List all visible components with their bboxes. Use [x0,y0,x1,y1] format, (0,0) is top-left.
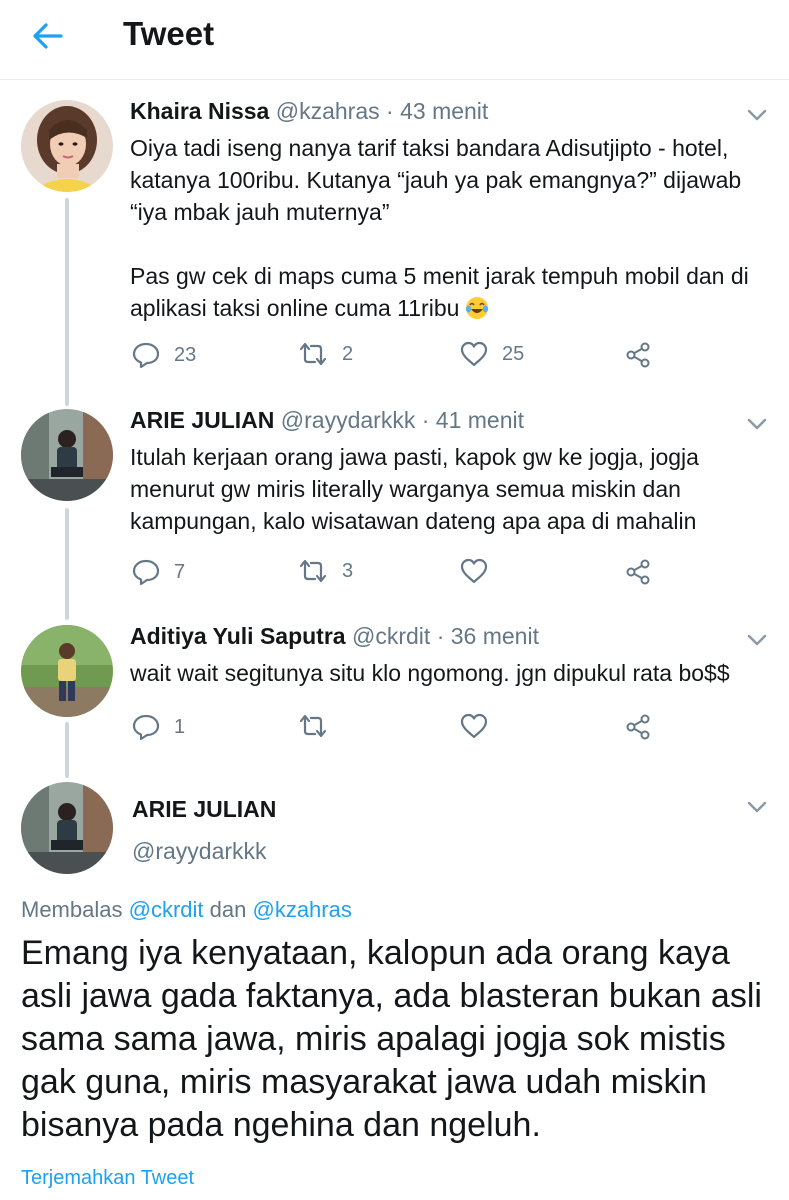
mention-link[interactable]: @kzahras [252,897,351,922]
tweet-actions: 23 2 25 [132,341,662,371]
reply-button[interactable]: 23 [132,341,196,369]
tweet-paragraph-text: Pas gw cek di maps cuma 5 menit jarak te… [130,263,749,321]
share-icon [626,342,650,368]
author-handle[interactable]: @rayydarkkk [281,407,416,433]
avatar[interactable] [21,100,113,192]
replying-to: Membalas @ckrdit dan @kzahras [21,897,352,923]
tweet-actions: 1 [132,713,662,743]
retweet-icon [299,559,327,583]
reply-count: 7 [174,560,186,583]
speech-bubble-icon [132,714,160,741]
retweet-count: 3 [342,559,354,582]
top-bar: Tweet [0,0,789,80]
tweet-paragraph: Pas gw cek di maps cuma 5 menit jarak te… [130,260,760,324]
tweet-actions: 7 3 [132,558,662,588]
tweet-meta: ARIE JULIAN @rayydarkkk · 41 menit [130,407,524,434]
retweet-icon [299,342,327,366]
tears-of-joy-emoji [466,297,489,319]
tweet-text: Itulah kerjaan orang jawa pasti, kapok g… [130,441,760,537]
arrow-left-icon [33,23,63,49]
replying-to-joiner: dan [209,897,247,922]
share-button[interactable] [624,558,652,586]
author-handle[interactable]: @ckrdit [352,623,430,649]
retweet-button[interactable]: 2 [298,341,353,367]
heart-icon [460,713,488,739]
author-handle[interactable]: @rayydarkkk [132,838,267,865]
speech-bubble-icon [132,559,160,586]
speech-bubble-icon [132,342,160,369]
retweet-button[interactable]: 3 [298,558,353,584]
avatar[interactable] [21,409,113,501]
heart-icon [460,341,488,367]
separator: · [386,98,394,124]
avatar[interactable] [21,625,113,717]
mention-link[interactable]: @ckrdit [129,897,204,922]
page-title: Tweet [123,15,215,52]
tweet-meta: Khaira Nissa @kzahras · 43 menit [130,98,488,125]
chevron-down-icon[interactable] [747,800,767,814]
chevron-down-icon[interactable] [747,108,767,122]
like-button[interactable]: 25 [460,341,524,367]
tweet-paragraph: Itulah kerjaan orang jawa pasti, kapok g… [130,444,699,534]
reply-count: 1 [174,715,186,738]
timestamp[interactable]: 36 menit [451,623,539,649]
like-button[interactable] [460,558,502,584]
author-name[interactable]: ARIE JULIAN [130,407,274,433]
retweet-count: 2 [342,342,354,365]
reply-count: 23 [174,343,197,366]
author-name[interactable]: Khaira Nissa [130,98,269,124]
tweet-paragraph: wait wait segitunya situ klo ngomong. jg… [130,660,730,686]
reply-button[interactable]: 1 [132,713,185,741]
share-icon [626,714,650,740]
tweet-meta: Aditiya Yuli Saputra @ckrdit · 36 menit [130,623,539,650]
heart-icon [460,558,488,584]
timestamp[interactable]: 43 menit [400,98,488,124]
back-button[interactable] [28,16,68,56]
separator: · [421,407,430,433]
retweet-button[interactable] [298,713,342,739]
like-button[interactable] [460,713,502,739]
separator: · [436,623,445,649]
translate-tweet-link[interactable]: Terjemahkan Tweet [21,1167,194,1190]
share-button[interactable] [624,713,652,741]
tweet-text: wait wait segitunya situ klo ngomong. jg… [130,657,760,689]
reply-tweet[interactable]: ARIE JULIAN @rayydarkkk · 41 menit Itula… [0,407,789,607]
tweet-text: Oiya tadi iseng nanya tarif taksi bandar… [130,132,760,324]
reply-button[interactable]: 7 [132,558,185,586]
chevron-down-icon[interactable] [747,633,767,647]
author-name[interactable]: Aditiya Yuli Saputra [130,623,346,649]
like-count: 25 [502,342,525,365]
main-tweet-text: Emang iya kenyataan, kalopun ada orang k… [21,934,762,1144]
avatar[interactable] [21,782,113,874]
reply-tweet[interactable]: Aditiya Yuli Saputra @ckrdit · 36 menit … [0,623,789,753]
chevron-down-icon[interactable] [747,417,767,431]
author-name[interactable]: ARIE JULIAN [132,796,276,823]
reply-tweet[interactable]: Khaira Nissa @kzahras · 43 menit Oiya ta… [0,98,789,388]
share-icon [626,559,650,585]
timestamp[interactable]: 41 menit [436,407,524,433]
tweet-paragraph: Oiya tadi iseng nanya tarif taksi bandar… [130,135,742,225]
retweet-icon [299,714,327,738]
replying-to-label: Membalas [21,897,123,922]
share-button[interactable] [624,341,652,369]
author-handle[interactable]: @kzahras [276,98,380,124]
